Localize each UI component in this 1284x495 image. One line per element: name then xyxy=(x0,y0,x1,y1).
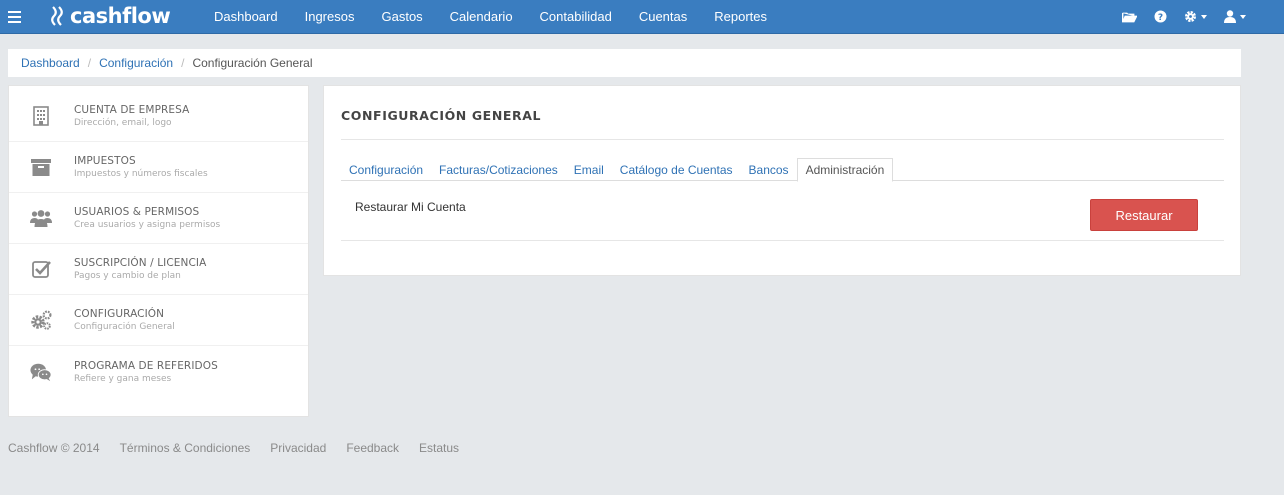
main-nav: Dashboard Ingresos Gastos Calendario Con… xyxy=(214,0,794,33)
footer-link-estatus[interactable]: Estatus xyxy=(419,441,459,455)
gears-icon xyxy=(30,309,52,331)
sidebar-item-suscripcion[interactable]: SUSCRIPCIÓN / LICENCIA Pagos y cambio de… xyxy=(9,244,308,295)
sidebar-item-text: PROGRAMA DE REFERIDOS Refiere y gana mes… xyxy=(74,360,218,384)
sidebar-item-title: SUSCRIPCIÓN / LICENCIA xyxy=(74,257,207,269)
tab-administracion[interactable]: Administración xyxy=(796,158,894,182)
settings-panel: CONFIGURACIÓN GENERAL Configuración Fact… xyxy=(323,85,1241,276)
nav-gastos[interactable]: Gastos xyxy=(381,9,422,24)
divider xyxy=(341,139,1224,140)
cashflow-logo-icon xyxy=(51,6,63,26)
tab-catalogo-cuentas[interactable]: Catálogo de Cuentas xyxy=(612,158,741,181)
sidebar-item-text: IMPUESTOS Impuestos y números fiscales xyxy=(74,155,208,179)
sidebar-item-subtitle: Impuestos y números fiscales xyxy=(74,169,208,179)
breadcrumb-separator: / xyxy=(181,56,185,70)
nav-cuentas[interactable]: Cuentas xyxy=(639,9,687,24)
footer-link-privacidad[interactable]: Privacidad xyxy=(270,441,326,455)
tab-facturas-cotizaciones[interactable]: Facturas/Cotizaciones xyxy=(431,158,566,181)
user-icon[interactable] xyxy=(1224,10,1246,23)
sidebar-item-title: USUARIOS & PERMISOS xyxy=(74,206,200,218)
logo[interactable]: cashflow xyxy=(50,3,171,29)
sidebar-item-title: CONFIGURACIÓN xyxy=(74,308,165,320)
chevron-down-icon xyxy=(1240,14,1246,19)
gear-icon[interactable] xyxy=(1184,10,1207,23)
sidebar-item-text: SUSCRIPCIÓN / LICENCIA Pagos y cambio de… xyxy=(74,257,206,281)
users-icon xyxy=(30,207,52,229)
checkbox-icon xyxy=(30,258,52,280)
nav-reportes[interactable]: Reportes xyxy=(714,9,767,24)
footer-copyright: Cashflow © 2014 xyxy=(8,441,100,455)
sidebar-item-text: CUENTA DE EMPRESA Dirección, email, logo xyxy=(74,104,189,128)
sidebar-item-usuarios[interactable]: USUARIOS & PERMISOS Crea usuarios y asig… xyxy=(9,193,308,244)
settings-sidebar: CUENTA DE EMPRESA Dirección, email, logo… xyxy=(8,85,309,417)
hamburger-menu-icon[interactable] xyxy=(8,11,21,23)
footer: Cashflow © 2014 Términos & Condiciones P… xyxy=(8,441,479,455)
sidebar-item-impuestos[interactable]: IMPUESTOS Impuestos y números fiscales xyxy=(9,142,308,193)
sidebar-item-subtitle: Pagos y cambio de plan xyxy=(74,271,181,281)
nav-calendario[interactable]: Calendario xyxy=(450,9,513,24)
sidebar-item-text: USUARIOS & PERMISOS Crea usuarios y asig… xyxy=(74,206,220,230)
sidebar-item-subtitle: Crea usuarios y asigna permisos xyxy=(74,220,221,230)
footer-link-feedback[interactable]: Feedback xyxy=(346,441,399,455)
breadcrumb-current: Configuración General xyxy=(192,56,313,70)
sidebar-item-cuenta-empresa[interactable]: CUENTA DE EMPRESA Dirección, email, logo xyxy=(9,91,308,142)
chevron-down-icon xyxy=(1201,14,1207,19)
nav-dashboard[interactable]: Dashboard xyxy=(214,9,278,24)
tab-bancos[interactable]: Bancos xyxy=(741,158,797,181)
sidebar-item-referidos[interactable]: PROGRAMA DE REFERIDOS Refiere y gana mes… xyxy=(9,346,308,397)
tab-email[interactable]: Email xyxy=(566,158,612,181)
divider xyxy=(341,240,1224,241)
nav-contabilidad[interactable]: Contabilidad xyxy=(540,9,612,24)
logo-text: cashflow xyxy=(70,4,171,28)
sidebar-item-text: CONFIGURACIÓN Configuración General xyxy=(74,308,175,332)
nav-right-tools: ? xyxy=(1105,0,1246,33)
page-title: CONFIGURACIÓN GENERAL xyxy=(341,108,542,123)
breadcrumb-configuracion[interactable]: Configuración xyxy=(99,56,173,70)
sidebar-item-subtitle: Dirección, email, logo xyxy=(74,118,172,128)
sidebar-item-title: PROGRAMA DE REFERIDOS xyxy=(74,359,218,372)
footer-link-terminos[interactable]: Términos & Condiciones xyxy=(120,441,251,455)
breadcrumb: Dashboard / Configuración / Configuració… xyxy=(8,49,1241,77)
settings-tabs: Configuración Facturas/Cotizaciones Emai… xyxy=(341,158,1224,182)
breadcrumb-dashboard[interactable]: Dashboard xyxy=(21,56,80,70)
sidebar-item-configuracion[interactable]: CONFIGURACIÓN Configuración General xyxy=(9,295,308,346)
sidebar-item-subtitle: Configuración General xyxy=(74,322,175,332)
top-navbar: cashflow Dashboard Ingresos Gastos Calen… xyxy=(0,0,1284,34)
nav-ingresos[interactable]: Ingresos xyxy=(305,9,355,24)
building-icon xyxy=(30,105,52,127)
folder-open-icon[interactable] xyxy=(1122,11,1137,23)
archive-box-icon xyxy=(30,156,52,178)
restore-button[interactable]: Restaurar xyxy=(1090,199,1198,231)
svg-text:?: ? xyxy=(1158,13,1163,23)
chat-bubbles-icon xyxy=(30,361,52,383)
tab-configuracion[interactable]: Configuración xyxy=(341,158,431,181)
restore-account-label: Restaurar Mi Cuenta xyxy=(355,200,466,214)
sidebar-item-title: IMPUESTOS xyxy=(74,155,136,167)
help-circle-icon[interactable]: ? xyxy=(1154,10,1167,23)
sidebar-item-subtitle: Refiere y gana meses xyxy=(74,373,172,384)
breadcrumb-separator: / xyxy=(87,56,92,70)
sidebar-item-title: CUENTA DE EMPRESA xyxy=(74,104,190,116)
